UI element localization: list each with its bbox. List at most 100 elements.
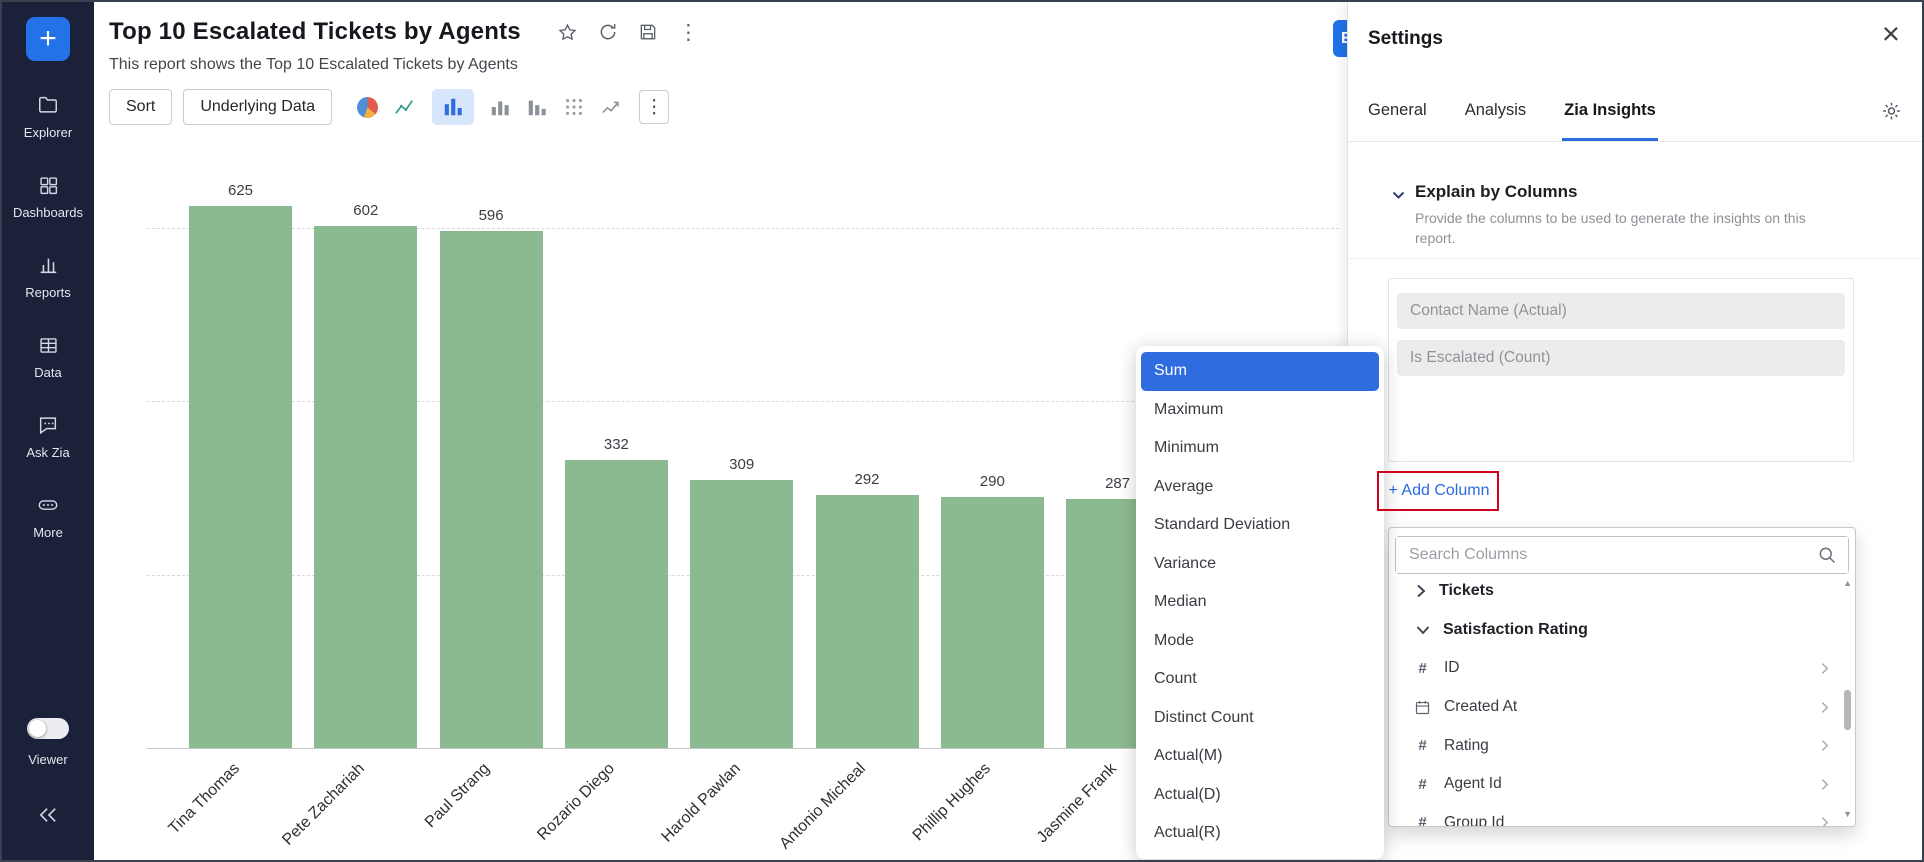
save-icon[interactable] [638,22,658,42]
x-axis-label: Paul Strang [361,760,494,862]
sidebar-item-more[interactable]: More [2,492,94,540]
bar[interactable] [565,460,668,748]
scroll-down-arrow[interactable]: ▼ [1843,809,1852,819]
field-label: Agent Id [1444,775,1502,793]
chart-type-switcher: ⋮ [357,89,669,125]
pie-chart-icon[interactable] [357,97,378,118]
x-axis-label: Tina Thomas [110,760,243,862]
gear-icon[interactable] [1881,100,1902,121]
search-field [1395,536,1849,574]
favorite-star-icon[interactable] [557,22,578,43]
sidebar-item-ask-zia[interactable]: Ask Zia [2,412,94,460]
aggregation-option-mode[interactable]: Mode [1141,622,1379,661]
aggregation-option-standard-deviation[interactable]: Standard Deviation [1141,506,1379,545]
viewer-toggle[interactable] [27,718,69,739]
trend-chart-icon[interactable] [600,96,624,118]
aggregation-menu: SumMaximumMinimumAverageStandard Deviati… [1136,346,1384,859]
sidebar-item-label: Dashboards [2,205,94,220]
sort-button[interactable]: Sort [109,89,172,125]
data-table-icon [2,332,94,358]
line-chart-icon[interactable] [393,96,417,118]
bar[interactable] [189,206,292,748]
tab-analysis[interactable]: Analysis [1465,80,1526,141]
column-chip[interactable]: Is Escalated (Count) [1397,340,1845,376]
underlying-data-button[interactable]: Underlying Data [183,89,332,125]
scatter-chart-icon[interactable] [563,96,585,118]
aggregation-option-actual-d[interactable]: Actual(D) [1141,776,1379,815]
more-chart-types-icon[interactable]: ⋮ [639,90,669,124]
aggregation-option-sum[interactable]: Sum [1141,352,1379,391]
bar[interactable] [690,480,793,748]
tab-zia-insights[interactable]: Zia Insights [1564,80,1656,141]
bar-chart-icon-selected[interactable] [432,89,474,125]
ellipsis-pill-icon [2,492,94,518]
sidebar-item-reports[interactable]: Reports [2,252,94,300]
viewer-label: Viewer [2,752,94,767]
sidebar-item-label: Explorer [2,125,94,140]
toggle-knob [29,720,46,737]
add-column-link[interactable]: + Add Column [1378,471,1500,511]
search-columns-input[interactable] [1396,537,1848,573]
report-description: This report shows the Top 10 Escalated T… [109,56,518,74]
x-axis-label: Jasmine Frank [987,760,1120,862]
x-axis-label: Antonio Micheal [737,760,870,862]
x-axis-label: Harold Pawlan [611,760,744,862]
bar-value-label: 292 [816,471,919,488]
x-axis-label: Rozario Diego [486,760,619,862]
aggregation-option-actual-m[interactable]: Actual(M) [1141,737,1379,776]
sidebar: + Explorer Dashboards Reports Data [2,2,94,860]
close-icon[interactable]: × [1882,18,1900,49]
refresh-icon[interactable] [598,22,618,42]
column-field-agent-id[interactable]: # Agent Id [1389,765,1839,804]
column-field-id[interactable]: #ID [1389,649,1839,688]
number-type-icon: # [1418,776,1426,793]
report-header: Top 10 Escalated Tickets by Agents ⋮ [109,18,699,46]
bar[interactable] [314,226,417,748]
aggregation-option-median[interactable]: Median [1141,583,1379,622]
scrollbar-thumb[interactable] [1844,690,1851,730]
column-field-group-id[interactable]: #Group Id [1389,804,1839,826]
bar-value-label: 625 [189,182,292,199]
aggregation-option-distinct-count[interactable]: Distinct Count [1141,699,1379,738]
aggregation-option-actual-r[interactable]: Actual(R) [1141,814,1379,853]
bar-value-label: 290 [941,473,1044,490]
chevron-down-icon[interactable] [1392,191,1405,200]
field-label: Rating [1444,737,1489,755]
sidebar-item-label: Data [2,365,94,380]
page-title: Top 10 Escalated Tickets by Agents [109,18,521,46]
aggregation-option-count[interactable]: Count [1141,660,1379,699]
settings-tabs: General Analysis Zia Insights [1348,80,1922,142]
column-picker: TicketsSatisfaction Rating#IDCreated At#… [1388,527,1856,827]
column-group-tickets[interactable]: Tickets [1389,572,1839,611]
aggregation-option-minimum[interactable]: Minimum [1141,429,1379,468]
bar[interactable] [941,497,1044,748]
sidebar-item-data[interactable]: Data [2,332,94,380]
create-new-button[interactable]: + [26,17,70,61]
column-chip[interactable]: Contact Name (Actual) [1397,293,1845,329]
aggregation-option-variance[interactable]: Variance [1141,545,1379,584]
aggregation-option-maximum[interactable]: Maximum [1141,391,1379,430]
column-field-created-at[interactable]: Created At [1389,688,1839,727]
sidebar-item-dashboards[interactable]: Dashboards [2,172,94,220]
sidebar-item-explorer[interactable]: Explorer [2,92,94,140]
aggregation-option-average[interactable]: Average [1141,468,1379,507]
x-axis-label: Pete Zachariah [236,760,369,862]
tab-general[interactable]: General [1368,80,1427,141]
bar[interactable] [816,495,919,748]
dashboard-grid-icon [2,172,94,198]
bar-value-label: 596 [440,207,543,224]
bar[interactable] [440,231,543,748]
more-options-icon[interactable]: ⋮ [678,22,699,43]
explain-by-columns-title: Explain by Columns [1415,182,1577,202]
column-group-satisfaction-rating[interactable]: Satisfaction Rating [1389,611,1839,650]
chevron-right-icon [1416,584,1426,598]
settings-title: Settings [1368,28,1443,50]
scroll-up-arrow[interactable]: ▲ [1843,578,1852,588]
column-field-rating[interactable]: #Rating [1389,726,1839,765]
sidebar-item-label: Ask Zia [2,445,94,460]
stacked-bar-chart-icon[interactable] [526,96,548,118]
collapse-sidebar-icon[interactable] [2,806,94,829]
chevron-right-icon [1821,816,1829,826]
sidebar-item-label: More [2,525,94,540]
column-chart-icon[interactable] [489,96,511,118]
